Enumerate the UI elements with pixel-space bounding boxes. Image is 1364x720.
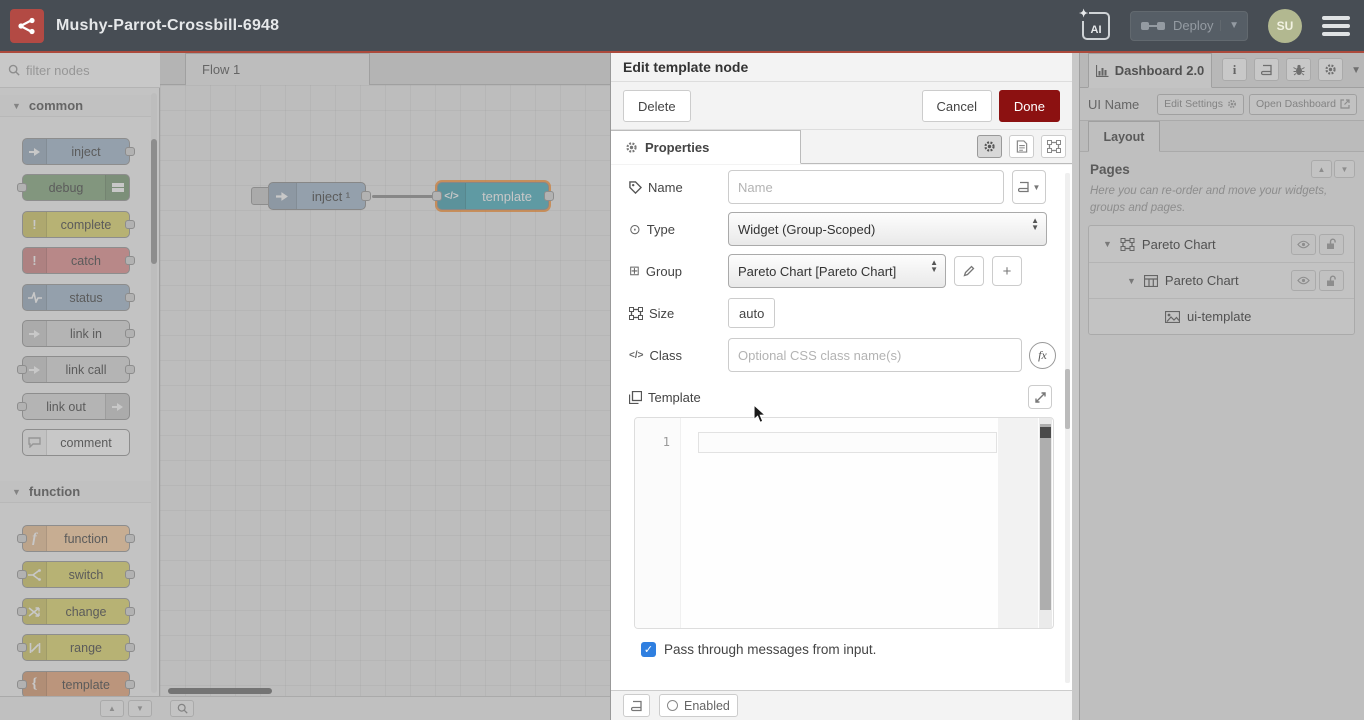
modal-shade-left bbox=[0, 53, 610, 720]
sparkle-icon: ✦ bbox=[1078, 6, 1089, 21]
copy-pages-icon bbox=[629, 391, 642, 404]
group-field-label: ⊞ Group bbox=[629, 263, 728, 279]
done-button[interactable]: Done bbox=[999, 90, 1060, 122]
select-arrows-icon: ▲▼ bbox=[1031, 217, 1039, 231]
code-tag-icon: </> bbox=[629, 350, 643, 361]
group-select[interactable]: Pareto Chart [Pareto Chart] ▲▼ bbox=[728, 254, 946, 288]
appearance-view-button[interactable] bbox=[1041, 135, 1066, 158]
appearance-frame-icon bbox=[1047, 140, 1061, 153]
edit-node-tray: Edit template node Delete Cancel Done Pr… bbox=[610, 53, 1072, 720]
size-frame-icon bbox=[629, 307, 643, 320]
workspace-title: Mushy-Parrot-Crossbill-6948 bbox=[56, 17, 279, 35]
deploy-button[interactable]: Deploy ▼ bbox=[1130, 11, 1248, 41]
tray-tabbar: Properties bbox=[611, 130, 1072, 164]
gear-icon bbox=[625, 141, 638, 154]
template-field-label: Template bbox=[629, 390, 728, 405]
type-field-label: ⊙ Type bbox=[629, 221, 728, 238]
description-view-button[interactable] bbox=[1009, 135, 1034, 158]
editor-active-line[interactable] bbox=[698, 432, 997, 453]
delete-button[interactable]: Delete bbox=[623, 90, 691, 122]
deploy-node-icon bbox=[1141, 22, 1165, 30]
dynamic-property-button[interactable]: fx bbox=[1029, 342, 1056, 369]
deploy-caret-icon[interactable]: ▼ bbox=[1220, 20, 1239, 31]
editor-overview-gutter bbox=[998, 418, 1038, 628]
select-arrows-icon: ▲▼ bbox=[930, 259, 938, 273]
modal-shade-right bbox=[1072, 53, 1364, 720]
size-field-label: Size bbox=[629, 306, 728, 321]
tag-icon bbox=[629, 181, 642, 194]
tray-toolbar: Delete Cancel Done bbox=[611, 82, 1072, 130]
name-library-button[interactable]: ▼ bbox=[1012, 170, 1046, 204]
gear-icon bbox=[983, 140, 996, 153]
book-icon bbox=[1018, 181, 1030, 193]
tray-footer: Enabled bbox=[611, 690, 1072, 720]
class-field-label: </> Class bbox=[629, 348, 728, 363]
passthrough-checkbox-checked[interactable]: ✓ bbox=[641, 642, 656, 657]
passthrough-row: ✓ Pass through messages from input. bbox=[641, 642, 876, 657]
editor-line-numbers: 1 bbox=[635, 418, 681, 628]
cancel-button[interactable]: Cancel bbox=[922, 90, 992, 122]
passthrough-label: Pass through messages from input. bbox=[664, 642, 876, 657]
editor-scrollbar[interactable] bbox=[1039, 418, 1052, 628]
node-red-app: Mushy-Parrot-Crossbill-6948 ✦ AI Deploy … bbox=[0, 0, 1364, 720]
user-avatar[interactable]: SU bbox=[1268, 9, 1302, 43]
type-select[interactable]: Widget (Group-Scoped) ▲▼ bbox=[728, 212, 1047, 246]
expand-editor-button[interactable] bbox=[1028, 385, 1052, 409]
tray-title: Edit template node bbox=[611, 53, 1072, 82]
pencil-icon bbox=[963, 265, 975, 277]
scope-icon: ⊙ bbox=[629, 221, 641, 238]
properties-form: Name ▼ ⊙ Type Widget (Group-Scoped) ▲▼ bbox=[611, 165, 1072, 690]
ai-assistant-button[interactable]: ✦ AI bbox=[1082, 12, 1110, 40]
edit-group-button[interactable] bbox=[954, 256, 984, 286]
template-code-editor[interactable]: 1 bbox=[634, 417, 1054, 629]
enabled-radio-icon bbox=[667, 700, 678, 711]
app-header: Mushy-Parrot-Crossbill-6948 ✦ AI Deploy … bbox=[0, 0, 1364, 53]
mouse-cursor bbox=[753, 404, 767, 424]
name-field-label: Name bbox=[629, 180, 728, 195]
name-input[interactable] bbox=[728, 170, 1004, 204]
main-menu-button[interactable] bbox=[1322, 16, 1350, 36]
enabled-toggle-button[interactable]: Enabled bbox=[659, 694, 738, 717]
document-icon bbox=[1016, 140, 1028, 153]
node-red-logo-icon bbox=[10, 9, 44, 43]
table-icon: ⊞ bbox=[629, 263, 640, 279]
size-button[interactable]: auto bbox=[728, 298, 775, 328]
tray-scrollbar[interactable] bbox=[1065, 173, 1070, 683]
add-group-button[interactable]: + bbox=[992, 256, 1022, 286]
class-input[interactable] bbox=[728, 338, 1022, 372]
library-button[interactable] bbox=[623, 694, 650, 717]
properties-view-button[interactable] bbox=[977, 135, 1002, 158]
tab-properties[interactable]: Properties bbox=[611, 130, 801, 164]
book-icon bbox=[631, 700, 643, 712]
expand-icon bbox=[1035, 392, 1046, 403]
